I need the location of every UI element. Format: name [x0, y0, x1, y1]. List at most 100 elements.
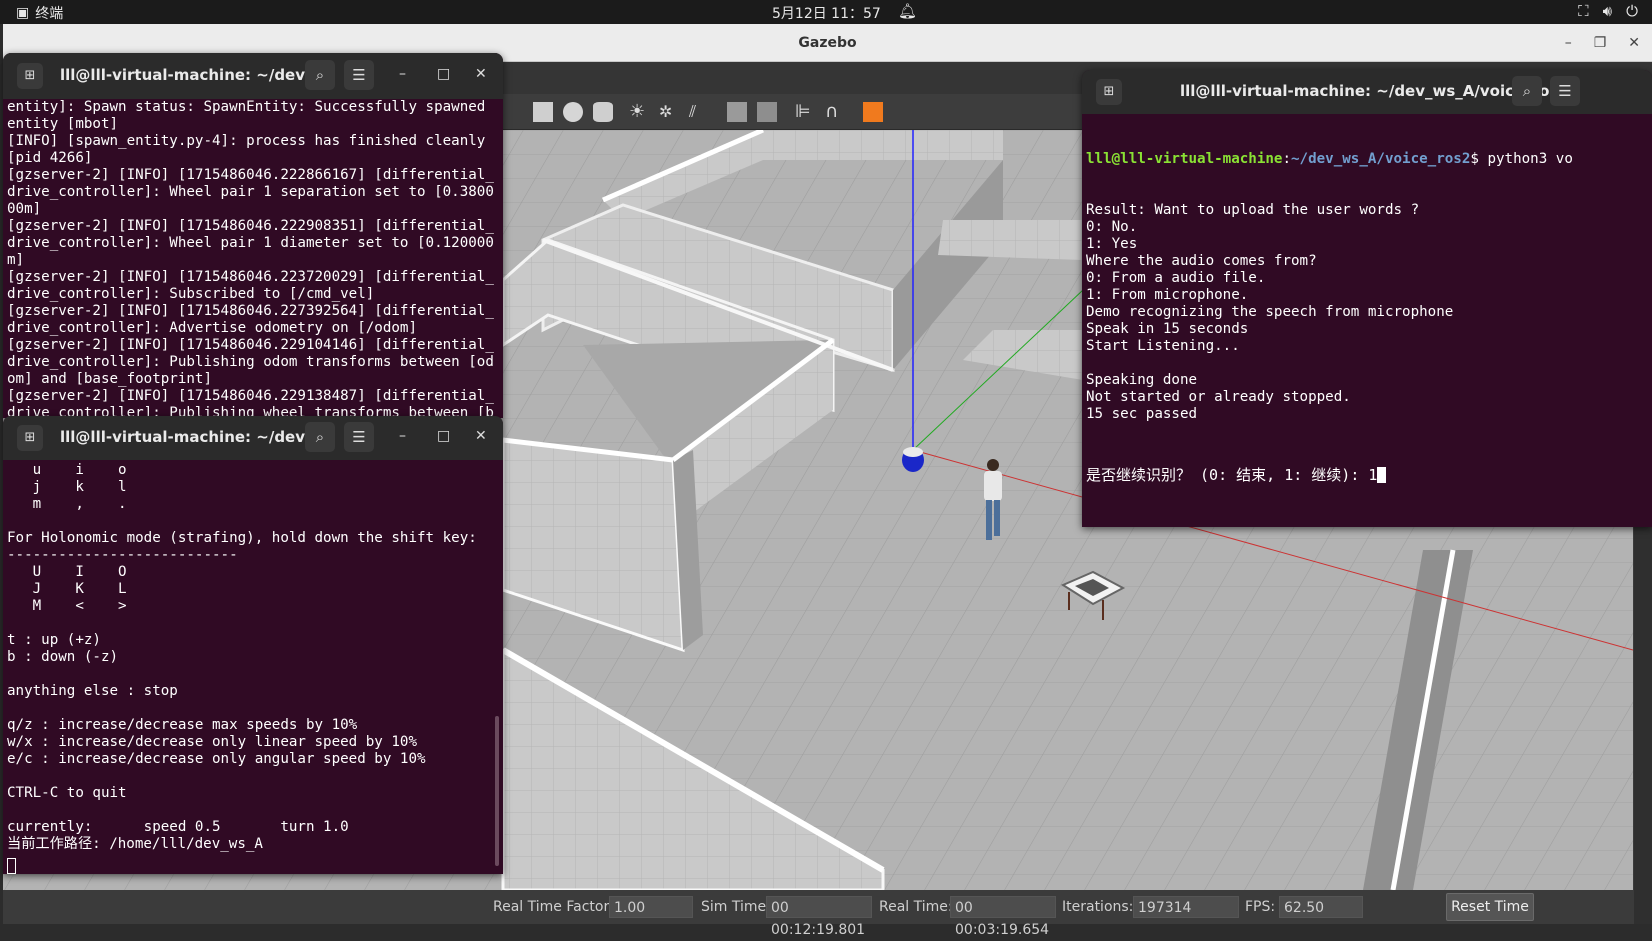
terminal-2-cursor — [7, 856, 16, 874]
cylinder-shape-icon[interactable] — [593, 102, 613, 122]
maximize-button[interactable]: □ — [437, 428, 450, 444]
terminal-1-header: ⊞ lll@lll-virtual-machine: ~/dev_... ⌕ ☰… — [3, 53, 503, 99]
terminal-line: [gzserver-2] [INFO] [1715486046.22910414… — [7, 337, 494, 353]
text-cursor — [1377, 467, 1387, 483]
terminal-line: m] — [7, 252, 25, 268]
search-icon[interactable]: ⌕ — [305, 422, 335, 452]
search-icon[interactable]: ⌕ — [305, 60, 335, 90]
continue-question[interactable]: 是否继续识别？ (0: 结束, 1: 继续): 1 — [1086, 467, 1573, 484]
terminal-line: U I O — [7, 564, 127, 580]
sphere-shape-icon[interactable] — [563, 102, 583, 122]
reset-time-button[interactable]: Reset Time — [1446, 893, 1534, 921]
restore-button[interactable]: ❐ — [1594, 35, 1607, 51]
gazebo-status-bar: Real Time Factor: 1.00 Sim Time: 00 00:1… — [3, 890, 1633, 938]
terminal-line: anything else : stop — [7, 683, 178, 699]
search-icon[interactable]: ⌕ — [1512, 76, 1542, 106]
terminal-3-lines: Result: Want to upload the user words ? 0… — [1086, 202, 1573, 423]
terminal-line: Speak in 15 seconds — [1086, 321, 1249, 337]
terminal-1-output[interactable]: entity]: Spawn status: SpawnEntity: Succ… — [7, 99, 494, 418]
terminal-line: J K L — [7, 581, 127, 597]
notification-bell-icon[interactable]: 🔔︎ — [898, 2, 917, 20]
new-tab-icon[interactable]: ⊞ — [17, 63, 43, 89]
system-tray[interactable]: ⛶ 🔊︎ ⏻ — [1578, 2, 1638, 20]
terminal-2-scrollbar[interactable] — [495, 716, 499, 866]
close-button[interactable]: ✕ — [475, 428, 487, 444]
terminal-line: [gzserver-2] [INFO] [1715486046.22290835… — [7, 218, 494, 234]
terminal-line: Demo recognizing the speech from microph… — [1086, 304, 1454, 320]
terminal-line: Result: Want to upload the user words ? — [1086, 202, 1420, 218]
terminal-line: Where the audio comes from? — [1086, 253, 1317, 269]
menu-icon[interactable]: ☰ — [344, 60, 374, 90]
power-icon[interactable]: ⏻ — [1626, 2, 1638, 20]
sim-time-value: 00 00:12:19.801 — [766, 896, 872, 938]
activities-terminal[interactable]: ▣ 终端 — [16, 3, 63, 23]
point-light-icon[interactable]: ☀ — [629, 102, 649, 122]
terminal-3-header: ⊞ lll@lll-virtual-machine: ~/dev_ws_A/vo… — [1082, 70, 1652, 114]
align-icon[interactable]: ⊫ — [795, 102, 815, 122]
box-shape-icon[interactable] — [533, 102, 553, 122]
spot-light-icon[interactable]: ✲ — [659, 102, 679, 122]
terminal-line: [gzserver-2] [INFO] [1715486046.22739256… — [7, 303, 494, 319]
change-view-icon[interactable] — [863, 102, 883, 122]
snap-icon[interactable]: ∩ — [825, 102, 845, 122]
paste-icon[interactable] — [757, 102, 777, 122]
terminal-1-title: lll@lll-virtual-machine: ~/dev_... — [60, 66, 330, 84]
robot-mbot[interactable] — [902, 447, 924, 472]
active-app-label: 终端 — [35, 6, 64, 22]
minimize-button[interactable]: – — [1565, 35, 1572, 51]
new-tab-icon[interactable]: ⊞ — [1096, 79, 1122, 105]
copy-icon[interactable] — [727, 102, 747, 122]
terminal-line: 1: Yes — [1086, 236, 1138, 252]
real-time-label: Real Time: — [879, 899, 953, 915]
terminal-icon: ▣ — [16, 5, 30, 21]
system-top-bar: ▣ 终端 5月12日 11：57 🔔︎ ⛶ 🔊︎ ⏻ — [0, 0, 1652, 24]
terminal-line: 0: From a audio file. — [1086, 270, 1266, 286]
terminal-line: drive_controller]: Advertise odometry on… — [7, 320, 417, 336]
prompt-command: $ python3 vo — [1470, 151, 1573, 167]
terminal-line: u i o — [7, 462, 127, 478]
terminal-line: Speaking done — [1086, 372, 1198, 388]
real-time-value: 00 00:03:19.654 — [950, 896, 1056, 938]
menu-icon[interactable]: ☰ — [344, 422, 374, 452]
terminal-2-title: lll@lll-virtual-machine: ~/dev_... — [60, 428, 330, 446]
maximize-button[interactable]: □ — [437, 66, 450, 82]
terminal-2-header: ⊞ lll@lll-virtual-machine: ~/dev_... ⌕ ☰… — [3, 416, 503, 460]
terminal-2-output[interactable]: u i o j k l m , . For Holonomic mode (st… — [7, 462, 477, 853]
rtf-label: Real Time Factor: — [493, 899, 614, 915]
fps-value: 62.50 — [1279, 896, 1363, 918]
terminal-line: 1: From microphone. — [1086, 287, 1249, 303]
network-icon[interactable]: ⛶ — [1578, 2, 1589, 20]
terminal-line: Not started or already stopped. — [1086, 389, 1351, 405]
volume-icon[interactable]: 🔊︎ — [1603, 2, 1612, 20]
fps-label: FPS: — [1245, 899, 1276, 915]
terminal-line: drive_controller]: Subscribed to [/cmd_v… — [7, 286, 375, 302]
gazebo-window-controls: – ❐ ✕ — [1565, 24, 1640, 62]
terminal-line: 当前工作路径: /home/lll/dev_ws_A — [7, 836, 263, 852]
terminal-line: q/z : increase/decrease max speeds by 10… — [7, 717, 358, 733]
terminal-window-2[interactable]: ⊞ lll@lll-virtual-machine: ~/dev_... ⌕ ☰… — [3, 416, 503, 874]
terminal-line: CTRL-C to quit — [7, 785, 127, 801]
terminal-3-output[interactable]: lll@lll-virtual-machine:~/dev_ws_A/voice… — [1086, 117, 1573, 518]
minimize-button[interactable]: – — [399, 66, 406, 82]
terminal-line: j k l — [7, 479, 127, 495]
terminal-window-3[interactable]: ⊞ lll@lll-virtual-machine: ~/dev_ws_A/vo… — [1082, 70, 1652, 527]
terminal-line: --------------------------- — [7, 547, 238, 563]
menu-icon[interactable]: ☰ — [1550, 76, 1580, 106]
close-button[interactable]: ✕ — [1628, 35, 1640, 51]
minimize-button[interactable]: – — [399, 428, 406, 444]
directional-light-icon[interactable]: ⫽ — [689, 102, 709, 122]
terminal-line: M < > — [7, 598, 127, 614]
terminal-line: 15 sec passed — [1086, 406, 1198, 422]
terminal-line: 00m] — [7, 201, 42, 217]
terminal-window-1[interactable]: ⊞ lll@lll-virtual-machine: ~/dev_... ⌕ ☰… — [3, 53, 503, 418]
terminal-line: drive_controller]: Publishing odom trans… — [7, 354, 494, 370]
terminal-line: Start Listening... — [1086, 338, 1240, 354]
new-tab-icon[interactable]: ⊞ — [17, 425, 43, 451]
clock[interactable]: 5月12日 11：57 — [772, 3, 881, 23]
close-button[interactable]: ✕ — [475, 66, 487, 82]
terminal-line: t : up (+z) — [7, 632, 101, 648]
iterations-label: Iterations: — [1062, 899, 1134, 915]
